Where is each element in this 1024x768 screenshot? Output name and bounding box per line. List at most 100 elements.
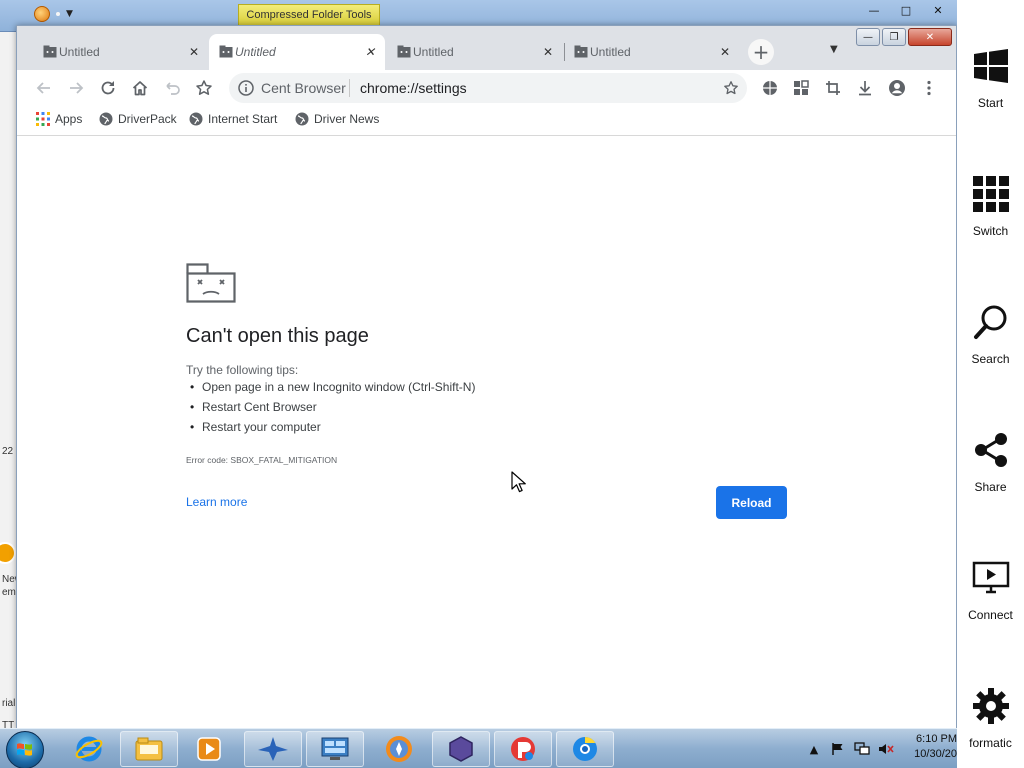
learn-more-link[interactable]: Learn more (186, 495, 247, 509)
sidebar-fragment: rial (2, 698, 16, 709)
omnibox-divider (349, 79, 350, 97)
list-item: Restart Cent Browser (186, 400, 475, 420)
charm-switch[interactable]: Switch (957, 174, 1024, 238)
start-orb-button[interactable] (6, 731, 44, 768)
charm-settings[interactable]: formatic (957, 686, 1024, 750)
charm-label: Switch (972, 224, 1009, 238)
clock: 6:10 PM 10/30/20 (905, 732, 957, 762)
system-tray: ▲ 6:10 PM 10/30/20 (805, 729, 957, 768)
extension-grid-icon[interactable] (790, 77, 812, 99)
tab-title: Untitled (235, 45, 276, 59)
charm-share[interactable]: Share (957, 430, 1024, 494)
bookmark-this-page-icon[interactable] (721, 78, 741, 98)
clock-time: 6:10 PM (916, 733, 957, 745)
close-icon[interactable]: ✕ (187, 45, 201, 59)
control-panel-icon[interactable] (306, 731, 364, 767)
internet-explorer-icon[interactable] (60, 731, 118, 767)
back-arrow-icon[interactable] (33, 77, 55, 99)
bird-app-icon[interactable] (244, 731, 302, 767)
charm-search[interactable]: Search (957, 302, 1024, 366)
media-player-icon[interactable] (180, 731, 238, 767)
screenshot-crop-icon[interactable] (822, 77, 844, 99)
globe-icon (99, 112, 113, 126)
action-center-flag-icon[interactable] (829, 740, 847, 758)
sad-page-icon (43, 45, 57, 58)
address-bar[interactable]: Cent Browser chrome://settings (229, 73, 747, 103)
maximize-icon[interactable]: □ (892, 2, 920, 18)
bookmark-label: Internet Start (208, 112, 278, 126)
bookmarks-bar: Apps DriverPack Internet Start Driver Ne… (17, 106, 956, 136)
home-icon[interactable] (129, 77, 151, 99)
globe-icon (295, 112, 309, 126)
list-item: Open page in a new Incognito window (Ctr… (186, 380, 475, 400)
page-content: Can't open this page Try the following t… (17, 137, 956, 731)
close-icon[interactable]: ✕ (363, 45, 377, 59)
reload-icon[interactable] (97, 77, 119, 99)
minimize-button[interactable]: — (856, 28, 880, 46)
bookmark-driver-news[interactable]: Driver News (295, 112, 379, 126)
pinball-app-icon[interactable] (494, 731, 552, 767)
profile-avatar-icon[interactable] (886, 77, 908, 99)
sad-page-icon (219, 45, 233, 58)
monitor-play-icon (971, 558, 1011, 598)
list-item: Restart your computer (186, 420, 475, 440)
menu-kebab-icon[interactable] (918, 77, 940, 99)
compressed-folder-tools-tab[interactable]: Compressed Folder Tools (238, 4, 380, 26)
explorer-orb-icon[interactable] (34, 6, 50, 22)
sidebar-fragment: 22 (2, 446, 14, 457)
charm-start[interactable]: Start (957, 46, 1024, 110)
sad-page-icon (397, 45, 411, 58)
hexagon-app-icon[interactable] (432, 731, 490, 767)
charm-label: Start (977, 96, 1004, 110)
clock-area[interactable]: 6:10 PM 10/30/20 (901, 729, 957, 768)
browser-compass-icon[interactable] (370, 731, 428, 767)
browser-window-controls: — ❐ ✕ (856, 28, 952, 46)
close-icon[interactable]: ✕ (924, 2, 952, 18)
quick-access-toolbar: ▼ (34, 6, 73, 22)
tab-untitled-2[interactable]: Untitled ✕ (209, 34, 385, 70)
new-tab-button[interactable]: + (748, 39, 774, 65)
tab-strip: Untitled ✕ Untitled ✕ Untitled ✕ Untitle… (17, 26, 956, 70)
bookmark-internet-start[interactable]: Internet Start (189, 112, 277, 126)
charms-bar: Start Switch Search Share Connect format… (957, 0, 1024, 768)
cent-browser-taskbar-icon[interactable] (556, 731, 614, 767)
tab-title: Untitled (590, 45, 631, 59)
charm-label: Share (974, 480, 1007, 494)
close-window-button[interactable]: ✕ (908, 28, 952, 46)
tab-untitled-1[interactable]: Untitled ✕ (33, 34, 209, 70)
background-window-controls: — □ ✕ (860, 2, 952, 18)
browser-window: Untitled ✕ Untitled ✕ Untitled ✕ Untitle… (16, 25, 957, 731)
bookmark-apps[interactable]: Apps (36, 112, 82, 126)
reload-button[interactable]: Reload (716, 486, 787, 519)
close-icon[interactable]: ✕ (541, 45, 555, 59)
qat-dot-icon (56, 12, 60, 16)
tab-search-dropdown-icon[interactable]: ▼ (830, 44, 838, 55)
info-circle-icon[interactable] (237, 79, 255, 97)
file-explorer-icon[interactable] (120, 731, 178, 767)
forward-arrow-icon[interactable] (65, 77, 87, 99)
tab-untitled-3[interactable]: Untitled ✕ (387, 34, 563, 70)
site-name-chip: Cent Browser (261, 80, 346, 96)
restore-button[interactable]: ❐ (882, 28, 906, 46)
tab-untitled-4[interactable]: Untitled ✕ (564, 34, 740, 70)
clock-date: 10/30/20 (914, 748, 957, 760)
charm-label: formatic (969, 736, 1012, 750)
bookmark-label: Apps (55, 112, 83, 126)
sad-page-icon (186, 263, 236, 303)
charm-connect[interactable]: Connect (957, 558, 1024, 622)
download-icon[interactable] (854, 77, 876, 99)
tray-overflow-arrow-icon[interactable]: ▲ (805, 740, 823, 758)
extension-globe-icon[interactable] (759, 77, 781, 99)
url-text[interactable]: chrome://settings (360, 80, 467, 96)
close-icon[interactable]: ✕ (718, 45, 732, 59)
tab-title: Untitled (413, 45, 454, 59)
error-code: Error code: SBOX_FATAL_MITIGATION (186, 455, 338, 465)
share-nodes-icon (971, 430, 1011, 470)
volume-muted-icon[interactable] (877, 740, 895, 758)
undo-close-tab-icon[interactable] (161, 77, 183, 99)
minimize-icon[interactable]: — (860, 2, 888, 18)
qat-dropdown-icon[interactable]: ▼ (66, 9, 73, 19)
network-icon[interactable] (853, 740, 871, 758)
bookmark-driverpack[interactable]: DriverPack (99, 112, 177, 126)
bookmark-star-outline-icon[interactable] (193, 77, 215, 99)
